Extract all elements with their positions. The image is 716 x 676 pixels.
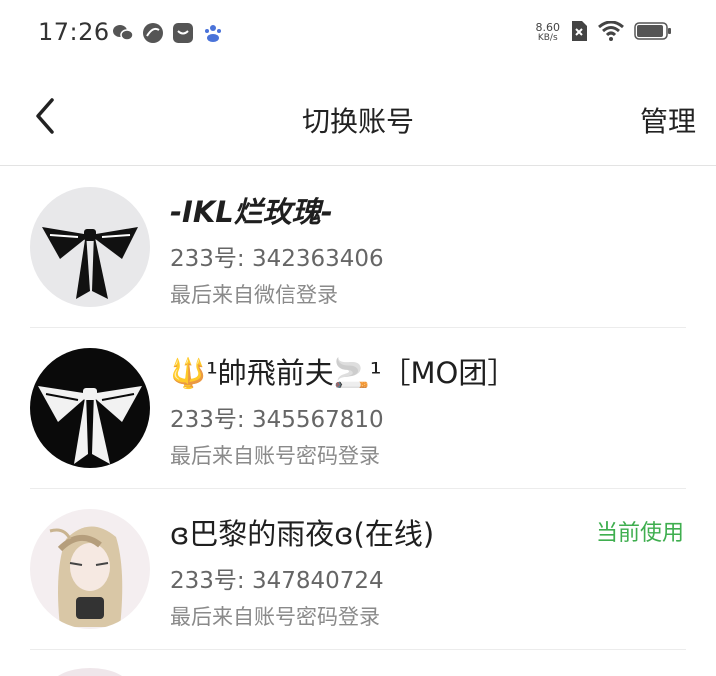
system-status-icons: 8.60 KB/s (536, 20, 673, 46)
avatar (30, 509, 150, 629)
manage-button[interactable]: 管理 (640, 100, 696, 140)
login-source: 最后来自账号密码登录 (170, 605, 380, 629)
account-name: ɞ巴黎的雨夜ɞ(在线) (170, 517, 435, 551)
baidu-icon (202, 22, 224, 44)
account-id: 233号: 345567810 (170, 407, 384, 433)
account-item[interactable]: ɞ巴黎的雨夜ɞ(在线) 233号: 347840724 最后来自账号密码登录 当… (0, 489, 716, 650)
wechat-icon (112, 22, 134, 44)
notification-icons (112, 22, 224, 44)
net-speed: 8.60 KB/s (535, 21, 561, 43)
avatar (50, 668, 130, 676)
swirl-app-icon (142, 22, 164, 44)
account-item[interactable]: 🔱¹帥飛前夫🚬¹［MO团］ 233号: 345567810 最后来自账号密码登录 (0, 328, 716, 489)
account-item-partial[interactable] (0, 656, 716, 676)
avatar (30, 348, 150, 468)
current-account-badge: 当前使用 (595, 521, 684, 546)
wifi-icon (598, 20, 624, 45)
status-time: 17:26 (38, 18, 110, 46)
login-source: 最后来自微信登录 (170, 283, 338, 307)
net-speed-value: 8.60 (535, 21, 561, 34)
account-name: 🔱¹帥飛前夫🚬¹［MO团］ (170, 356, 517, 390)
sim-off-icon (570, 20, 588, 46)
account-item[interactable]: -IKL烂玫瑰- 233号: 342363406 最后来自微信登录 (0, 167, 716, 328)
mail-app-icon (172, 22, 194, 44)
status-bar: 17:26 8.60 KB/s (0, 0, 716, 66)
account-id: 233号: 342363406 (170, 246, 384, 272)
account-name: -IKL烂玫瑰- (170, 195, 333, 229)
nav-header: 切换账号 管理 (0, 66, 716, 166)
login-source: 最后来自账号密码登录 (170, 444, 380, 468)
divider (30, 649, 686, 650)
avatar (30, 187, 150, 307)
battery-icon (634, 21, 672, 45)
account-id: 233号: 347840724 (170, 568, 384, 594)
page-title: 切换账号 (301, 105, 414, 138)
account-list: -IKL烂玫瑰- 233号: 342363406 最后来自微信登录 🔱¹帥飛前夫… (0, 167, 716, 650)
net-speed-unit: KB/s (537, 33, 558, 43)
